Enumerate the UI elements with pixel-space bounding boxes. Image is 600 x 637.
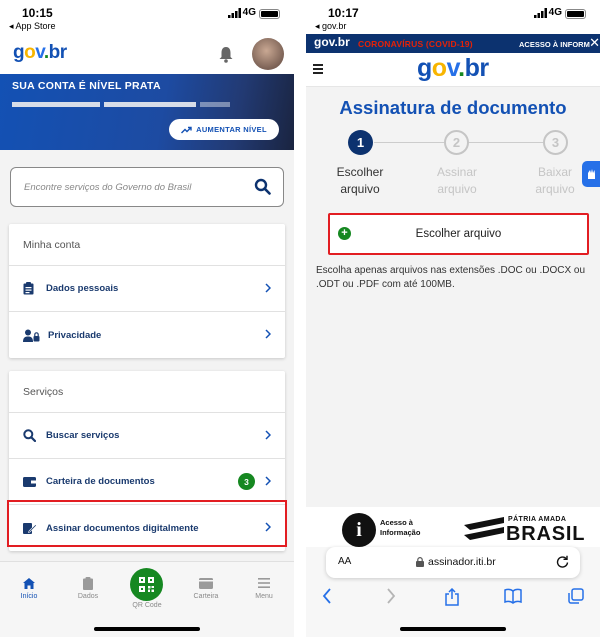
address-bar[interactable]: AA assinador.iti.br [326, 547, 580, 578]
tab-data[interactable]: Dados [68, 576, 108, 600]
reader-settings-button[interactable]: AA [338, 556, 351, 567]
access-info-link[interactable]: ACESSO À INFORM [519, 40, 590, 49]
govbr-mini-logo[interactable]: gov.br [314, 35, 350, 49]
home-indicator [94, 627, 200, 631]
site-header: gov.br [306, 53, 600, 87]
my-account-heading: Minha conta [9, 224, 285, 266]
govbr-logo: gov.br [13, 42, 67, 63]
trending-up-icon [181, 126, 192, 133]
home-indicator [400, 627, 506, 631]
back-to-app-store-link[interactable]: ◂ App Store [9, 21, 56, 32]
signal-icon [228, 8, 241, 18]
bottom-tab-bar: Início Dados QR Code Carteira Menu [0, 561, 294, 637]
clock: 10:15 [22, 6, 53, 20]
clipboard-icon [23, 282, 34, 295]
network-type: 4G [548, 7, 562, 18]
account-level-title: SUA CONTA É NÍVEL PRATA [12, 80, 161, 92]
clock: 10:17 [328, 6, 359, 20]
signature-page: Assinatura de documento 1 2 3 Escolher ar… [306, 87, 600, 507]
qr-code-button[interactable] [130, 568, 163, 601]
browser-navigation [306, 588, 600, 608]
hamburger-menu-icon[interactable] [313, 64, 323, 74]
wallet-icon [199, 577, 213, 589]
back-icon[interactable] [322, 588, 332, 604]
upgrade-level-button[interactable]: AUMENTAR NÍVEL [169, 119, 279, 140]
bookmarks-icon[interactable] [504, 588, 522, 604]
document-count-badge: 3 [238, 473, 255, 490]
step-3-label: Baixar arquivo [535, 165, 575, 196]
patria-amada-text: PÁTRIA AMADA [508, 516, 567, 523]
user-lock-icon [23, 329, 40, 342]
brasil-text: BRASIL [506, 523, 586, 545]
account-level-banner: SUA CONTA É NÍVEL PRATA AUMENTAR NÍVEL [0, 74, 294, 150]
tab-home[interactable]: Início [9, 576, 49, 600]
chevron-right-icon [265, 476, 271, 486]
status-bar: 10:15 ◂ App Store 4G [0, 0, 294, 34]
search-icon [23, 429, 36, 442]
step-1-label: Escolher arquivo [336, 165, 384, 196]
tab-menu[interactable]: Menu [244, 576, 284, 600]
forward-icon[interactable] [386, 588, 396, 604]
level-progress-bar [12, 102, 232, 107]
signal-icon [534, 8, 547, 18]
page-title: Assinatura de documento [339, 97, 567, 118]
tab-wallet[interactable]: Carteira [186, 576, 226, 600]
step-connector [374, 142, 444, 143]
wallet-icon [23, 477, 36, 487]
share-icon[interactable] [444, 588, 460, 606]
avatar[interactable] [252, 38, 284, 70]
choose-file-button[interactable]: + Escolher arquivo [328, 213, 589, 255]
accessibility-widget-button[interactable] [582, 161, 600, 187]
chevron-right-icon [265, 430, 271, 440]
app-header: gov.br [0, 34, 294, 74]
signer-web-screen: 10:17 ◂ gov.br 4G gov.br CORONAVÍRUS (CO… [306, 0, 600, 637]
qr-code-label: QR Code [132, 602, 162, 609]
my-account-card: Minha conta Dados pessoais Privacidade [9, 224, 285, 358]
step-connector [468, 142, 543, 143]
tabs-icon[interactable] [568, 588, 584, 604]
step-3-indicator: 3 [543, 130, 568, 155]
url-text: assinador.iti.br [428, 556, 496, 568]
personal-data-item[interactable]: Dados pessoais [9, 266, 285, 312]
brasil-emblem-icon [464, 517, 504, 540]
step-2-label: Assinar arquivo [436, 165, 477, 196]
qr-code-icon [139, 577, 154, 592]
clipboard-icon [83, 576, 93, 590]
search-icon[interactable] [254, 178, 271, 195]
govbr-app-screen: 10:15 ◂ App Store 4G gov.br SUA CONTA É … [0, 0, 294, 637]
privacy-item[interactable]: Privacidade [9, 312, 285, 358]
back-to-govbr-link[interactable]: ◂ gov.br [315, 21, 346, 32]
bell-icon[interactable] [218, 46, 234, 63]
search-placeholder: Encontre serviços do Governo do Brasil [24, 182, 192, 193]
reload-icon[interactable] [556, 555, 569, 568]
close-icon[interactable]: ✕ [589, 35, 600, 51]
document-wallet-item[interactable]: Carteira de documentos 3 [9, 459, 285, 505]
search-services-item[interactable]: Buscar serviços [9, 413, 285, 459]
highlight-box [7, 500, 287, 547]
hands-icon [587, 169, 595, 179]
govbr-logo[interactable]: gov.br [417, 54, 489, 83]
battery-icon [259, 9, 280, 19]
access-info-icon[interactable]: i [342, 513, 376, 547]
service-search-input[interactable]: Encontre serviços do Governo do Brasil [10, 167, 284, 207]
file-type-hint: Escolha apenas arquivos nas extensões .D… [316, 265, 586, 290]
government-top-bar: gov.br CORONAVÍRUS (COVID-19) ACESSO À I… [306, 34, 600, 53]
services-heading: Serviços [9, 371, 285, 413]
status-bar: 10:17 ◂ gov.br 4G [306, 0, 600, 34]
chevron-right-icon [265, 329, 271, 339]
chevron-right-icon [265, 283, 271, 293]
step-2-indicator: 2 [444, 130, 469, 155]
site-footer: i Acesso à Informação PÁTRIA AMADA BRASIL [306, 507, 600, 547]
lock-icon [416, 557, 424, 567]
covid-link[interactable]: CORONAVÍRUS (COVID-19) [358, 39, 473, 49]
battery-icon [565, 9, 586, 19]
access-info-label[interactable]: Acesso à Informação [380, 518, 420, 538]
network-type: 4G [242, 7, 256, 18]
menu-icon [258, 578, 270, 588]
step-1-indicator: 1 [348, 130, 373, 155]
home-icon [23, 577, 35, 589]
